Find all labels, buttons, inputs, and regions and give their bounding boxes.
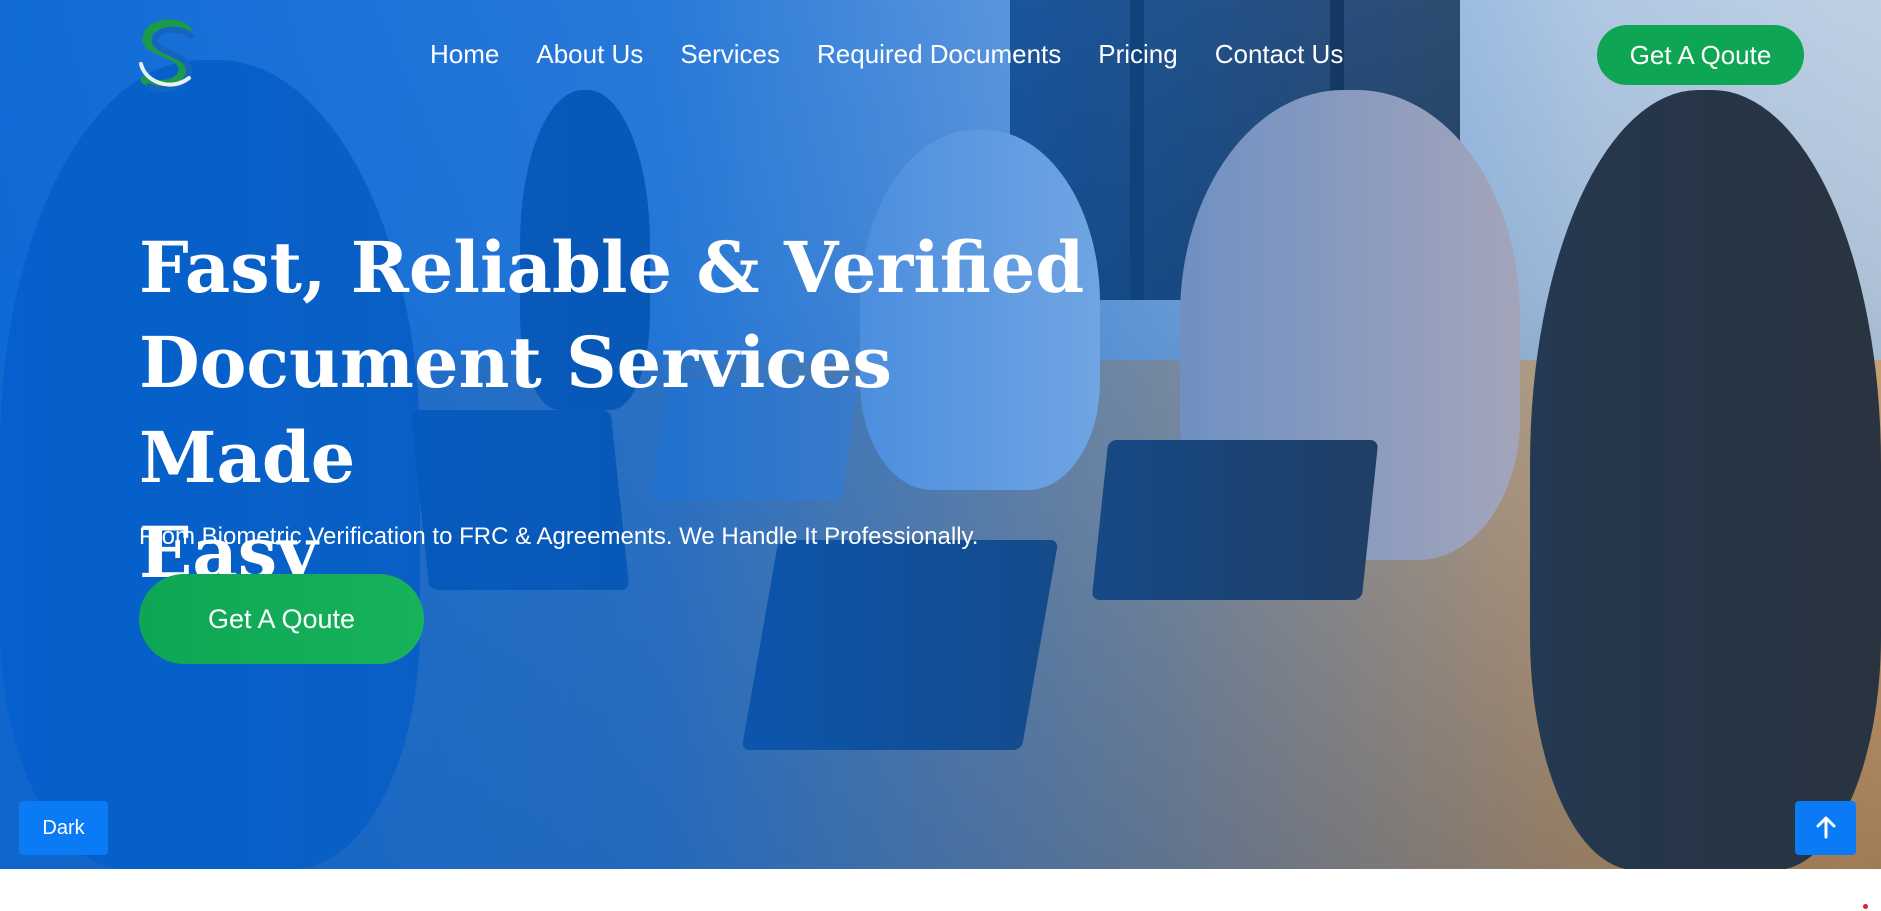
- nav-item-home[interactable]: Home: [430, 36, 499, 72]
- nav-item-services[interactable]: Services: [680, 36, 780, 72]
- status-dot: [1863, 904, 1868, 909]
- back-to-top-button[interactable]: [1795, 801, 1856, 855]
- nav-item-about-us[interactable]: About Us: [536, 36, 643, 72]
- nav-item-pricing[interactable]: Pricing: [1098, 36, 1177, 72]
- get-quote-hero-button[interactable]: Get A Qoute: [139, 574, 424, 664]
- hero-title-line-2: Document Services Made: [139, 321, 892, 499]
- get-quote-nav-button[interactable]: Get A Qoute: [1597, 25, 1804, 85]
- top-navbar: Home About Us Services Required Document…: [0, 0, 1881, 110]
- nav-item-contact-us[interactable]: Contact Us: [1215, 36, 1344, 72]
- hero-title-line-1: Fast, Reliable & Verified: [139, 226, 1085, 309]
- hero-section: Home About Us Services Required Document…: [0, 0, 1881, 869]
- main-nav: Home About Us Services Required Document…: [430, 36, 1343, 72]
- arrow-up-icon: [1815, 815, 1837, 842]
- nav-item-required-documents[interactable]: Required Documents: [817, 36, 1061, 72]
- s-swoosh-logo-icon[interactable]: [131, 16, 205, 94]
- hero-subtitle: From Biometric Verification to FRC & Agr…: [139, 523, 979, 550]
- dark-mode-toggle-button[interactable]: Dark: [19, 801, 108, 855]
